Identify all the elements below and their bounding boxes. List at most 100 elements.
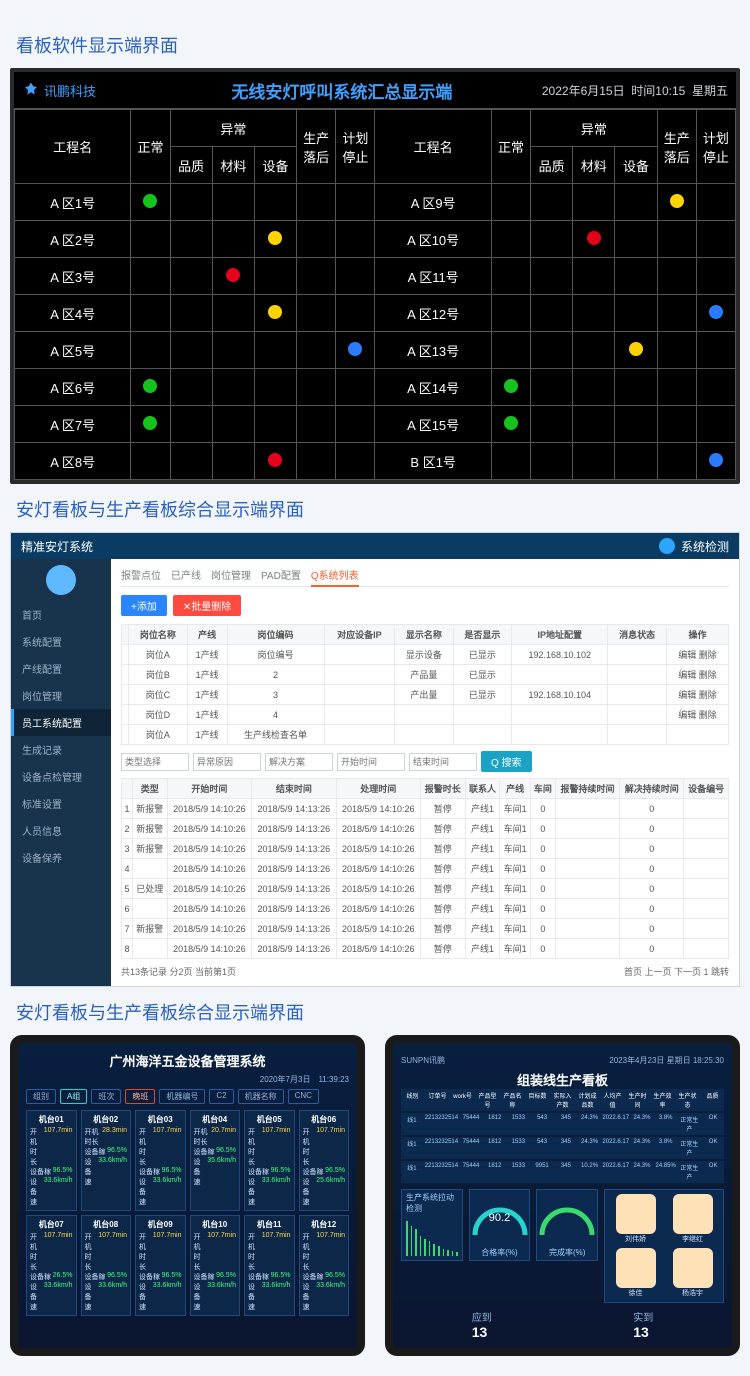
filter-input[interactable] <box>337 753 405 771</box>
sidebar-item[interactable]: 首页 <box>11 601 111 628</box>
tab[interactable]: 岗位管理 <box>211 567 251 582</box>
user-avatar-icon[interactable] <box>659 538 675 554</box>
th: 结束时间 <box>252 779 336 799</box>
td: 2 <box>122 819 133 839</box>
td: 0 <box>620 899 684 919</box>
status-cell <box>531 406 573 443</box>
col-equipment-r: 设备 <box>615 147 657 184</box>
status-cell <box>657 295 696 332</box>
status-cell <box>297 295 336 332</box>
td <box>132 939 167 959</box>
row-name: A 区9号 <box>375 184 491 221</box>
status-cell <box>336 369 375 406</box>
status-dot-g <box>143 379 157 393</box>
filter-input[interactable] <box>265 753 333 771</box>
sidebar: 首页系统配置产线配置岗位管理员工系统配置生成记录设备点检管理标准设置人员信息设备… <box>11 559 111 986</box>
row-name: A 区6号 <box>15 369 131 406</box>
status-cell <box>696 184 735 221</box>
td: 1 <box>122 799 133 819</box>
add-button[interactable]: +添加 <box>121 595 167 616</box>
status-dot-y <box>670 194 684 208</box>
status-dot-y <box>268 305 282 319</box>
row-name: A 区12号 <box>375 295 491 332</box>
status-cell <box>131 332 170 369</box>
tab[interactable]: Q系统列表 <box>311 567 359 587</box>
sidebar-item[interactable]: 员工系统配置 <box>11 709 111 736</box>
th <box>122 625 129 645</box>
td: 1产线 <box>187 725 227 745</box>
status-cell <box>131 258 170 295</box>
td: 岗位C <box>129 685 187 705</box>
status-cell <box>531 332 573 369</box>
status-dot-r <box>268 453 282 467</box>
sidebar-item[interactable]: 标准设置 <box>11 790 111 817</box>
dashboard-equipment: 广州海洋五金设备管理系统 2020年7月3日 11:39:23 组别A组班次晚班… <box>10 1035 365 1356</box>
td: 1产线 <box>187 665 227 685</box>
sidebar-item[interactable]: 岗位管理 <box>11 682 111 709</box>
user-name[interactable]: 系统检测 <box>681 538 729 555</box>
sidebar-item[interactable]: 生成记录 <box>11 736 111 763</box>
bar-chart: 生产系统拉动检测 <box>401 1189 463 1261</box>
col-quality: 品质 <box>170 147 212 184</box>
batch-delete-button[interactable]: ✕批量删除 <box>173 595 241 616</box>
tab[interactable]: PAD配置 <box>261 567 301 582</box>
row-name: A 区11号 <box>375 258 491 295</box>
td: 暂停 <box>420 919 465 939</box>
th: 报警持续时间 <box>555 779 619 799</box>
td: 车间1 <box>500 879 530 899</box>
td: 1产线 <box>187 645 227 665</box>
td: 车间1 <box>500 899 530 919</box>
status-cell <box>254 184 296 221</box>
sidebar-item[interactable]: 系统配置 <box>11 628 111 655</box>
filter-input[interactable] <box>409 753 477 771</box>
dash1-title: 广州海洋五金设备管理系统 <box>26 1051 349 1070</box>
sidebar-item[interactable]: 设备保养 <box>11 844 111 871</box>
th: 联系人 <box>465 779 500 799</box>
status-cell <box>696 406 735 443</box>
tag: A组 <box>60 1089 87 1104</box>
td <box>122 725 129 745</box>
td: 车间1 <box>500 859 530 879</box>
status-cell <box>297 369 336 406</box>
web-system: 精准安灯系统 系统检测 首页系统配置产线配置岗位管理员工系统配置生成记录设备点检… <box>10 532 740 987</box>
status-cell <box>212 295 254 332</box>
col-normal-r: 正常 <box>491 110 530 184</box>
machine-card: 机台11开机时长107.7min设备稼96.5%设备速33.6km/h <box>244 1215 295 1316</box>
pager-nav[interactable]: 首页 上一页 下一页 1 跳转 <box>624 965 729 978</box>
sidebar-item[interactable]: 设备点检管理 <box>11 763 111 790</box>
td <box>122 645 129 665</box>
td: 产线1 <box>465 819 500 839</box>
status-cell <box>491 406 530 443</box>
td: 3 <box>122 839 133 859</box>
td: 编辑 删除 <box>666 685 728 705</box>
search-button[interactable]: Q 搜索 <box>481 751 532 772</box>
status-cell <box>131 221 170 258</box>
td <box>555 839 619 859</box>
sidebar-item[interactable]: 人员信息 <box>11 817 111 844</box>
tab[interactable]: 报警点位 <box>121 567 161 582</box>
avatar-icon <box>673 1248 713 1288</box>
dash2-grid: 线别订单号work号产品型号产品名称目标数实际入产数计划成品数人均产值生产时间生… <box>401 1089 724 1183</box>
td: 2018/5/9 14:10:26 <box>336 899 420 919</box>
machine-card: 机台05开机时长107.7min设备稼96.5%设备速33.6km/h <box>244 1110 295 1211</box>
status-cell <box>170 295 212 332</box>
status-cell <box>170 369 212 406</box>
status-dot-b <box>709 305 723 319</box>
row-name: A 区5号 <box>15 332 131 369</box>
status-cell <box>297 184 336 221</box>
row-name: A 区7号 <box>15 406 131 443</box>
avatar-icon <box>616 1194 656 1234</box>
status-cell <box>212 332 254 369</box>
pager-count: 共13条记录 分2页 当前第1页 <box>121 965 236 978</box>
sidebar-item[interactable]: 产线配置 <box>11 655 111 682</box>
status-cell <box>254 369 296 406</box>
person: 李继红 <box>666 1194 719 1244</box>
status-cell <box>254 221 296 258</box>
row-name: A 区3号 <box>15 258 131 295</box>
filter-input[interactable] <box>121 753 189 771</box>
td: 2018/5/9 14:10:26 <box>167 879 251 899</box>
tab[interactable]: 已产线 <box>171 567 201 582</box>
th: 产线 <box>500 779 530 799</box>
status-cell <box>131 184 170 221</box>
filter-input[interactable] <box>193 753 261 771</box>
